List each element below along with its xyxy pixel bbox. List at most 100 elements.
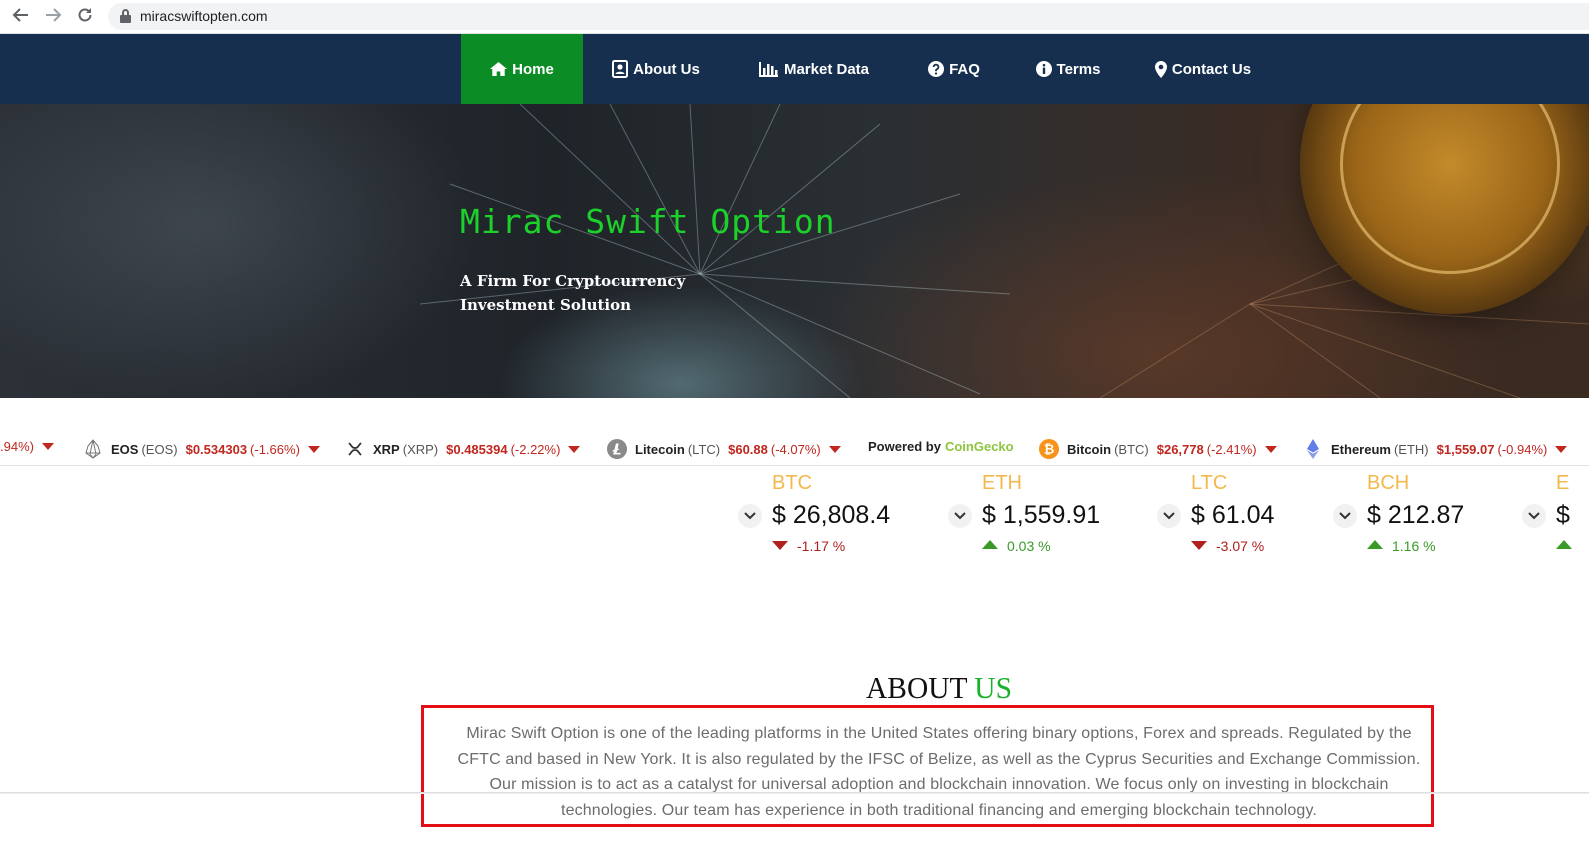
down-arrow-icon: [772, 541, 788, 550]
ticker-change: (-2.22%): [510, 441, 561, 457]
ticker-change: .94%): [0, 439, 34, 454]
up-arrow-icon: [1367, 540, 1383, 549]
price-value: $ 26,808.4: [772, 501, 891, 529]
address-bar[interactable]: miracswiftopten.com: [108, 3, 1589, 30]
down-arrow-icon: [828, 445, 841, 453]
chevron-down-icon[interactable]: [1522, 504, 1546, 528]
price-value: $ 1,559.91: [982, 501, 1101, 529]
chevron-down-icon[interactable]: [1333, 504, 1357, 528]
map-marker-icon: [1154, 60, 1167, 78]
bar-chart-icon: [758, 61, 779, 77]
price-symbol: LTC: [1191, 472, 1228, 494]
eos-icon: [83, 439, 103, 459]
hero-subtitle-line: Investment Solution: [460, 296, 632, 314]
about-heading-main: ABOUT: [866, 670, 967, 705]
nav-item-label: Contact Us: [1171, 60, 1252, 78]
ticker-item-xrp[interactable]: XRP (XRP) $0.485394 (-2.22%): [345, 439, 581, 459]
down-arrow-icon: [1555, 445, 1568, 453]
nav-item-contact-us[interactable]: Contact Us: [1145, 34, 1261, 104]
ticker-item-bitcoin[interactable]: ₿ Bitcoin (BTC) $26,778 (-2.41%): [1039, 439, 1277, 459]
down-arrow-icon: [568, 445, 581, 453]
home-icon: [490, 62, 508, 76]
about-heading: ABOUT US: [47, 670, 1589, 706]
ticker-name: EOS: [111, 441, 139, 457]
price-change: 0.03 %: [1007, 538, 1051, 554]
powered-by-label: Powered by: [868, 439, 941, 454]
hero-subtitle-line: A Firm For Cryptocurrency: [460, 272, 686, 290]
coingecko-attribution[interactable]: Powered by CoinGecko: [868, 439, 1014, 454]
ticker-change: (-2.41%): [1206, 441, 1257, 457]
nav-item-label: FAQ: [949, 60, 980, 78]
ticker-item-litecoin[interactable]: Litecoin (LTC) $60.88 (-4.07%): [607, 439, 841, 459]
bitcoin-icon: ₿: [1039, 439, 1059, 459]
ticker-change: (-4.07%): [770, 441, 821, 457]
question-circle-icon: [928, 61, 945, 77]
ticker-price: $0.485394: [446, 441, 508, 457]
nav-item-terms[interactable]: Terms: [1023, 34, 1113, 104]
nav-item-faq[interactable]: FAQ: [915, 34, 993, 104]
ticker-name: Ethereum: [1331, 441, 1391, 457]
ticker-item-ethereum[interactable]: Ethereum (ETH) $1,559.07 (-0.94%): [1303, 439, 1568, 459]
ticker-change: (-1.66%): [250, 441, 300, 457]
ticker-item-eos[interactable]: EOS (EOS) $0.534303 (-1.66%): [83, 439, 320, 459]
chevron-down-icon[interactable]: [948, 504, 972, 528]
down-arrow-icon: [41, 443, 54, 450]
price-change: 1.16 %: [1392, 538, 1436, 554]
price-value: $ 61.04: [1191, 501, 1275, 529]
about-heading-accent: US: [974, 670, 1012, 705]
browser-toolbar: miracswiftopten.com: [0, 0, 1589, 34]
ethereum-icon: [1303, 439, 1323, 459]
ticker-name: Bitcoin: [1067, 441, 1112, 457]
price-symbol: E: [1556, 472, 1570, 494]
up-arrow-icon: [1556, 540, 1572, 549]
ticker-symbol: (ETH): [1393, 441, 1429, 457]
nav-item-label: Market Data: [783, 60, 870, 78]
ticker-symbol: (XRP): [402, 441, 439, 457]
back-icon[interactable]: [10, 6, 32, 28]
about-description: Mirac Swift Option is one of the leading…: [457, 725, 1421, 819]
ticker-price: $26,778: [1156, 441, 1204, 457]
svg-text:₿: ₿: [1044, 443, 1055, 458]
chevron-down-icon[interactable]: [1157, 504, 1181, 528]
hero-banner: Mirac Swift Option A Firm For Cryptocurr…: [0, 104, 1589, 398]
forward-icon[interactable]: [42, 6, 64, 28]
coin-ticker: .94%) EOS (EOS) $0.534303 (-1.66%) XRP (…: [0, 428, 1589, 466]
price-symbol: BTC: [772, 472, 812, 494]
nav-item-label: Home: [512, 60, 554, 78]
ticker-change: (-0.94%): [1497, 441, 1548, 457]
chevron-down-icon[interactable]: [738, 504, 762, 528]
ticker-price: $60.88: [728, 441, 768, 457]
price-change: -1.17 %: [797, 538, 846, 554]
nav-item-home[interactable]: Home: [461, 34, 583, 104]
coingecko-link[interactable]: CoinGecko: [945, 439, 1014, 454]
price-change: -3.07 %: [1216, 538, 1265, 554]
price-symbol: BCH: [1367, 472, 1410, 494]
up-arrow-icon: [982, 540, 998, 549]
xrp-icon: [345, 439, 365, 459]
price-symbol: ETH: [982, 472, 1022, 494]
reload-icon[interactable]: [74, 6, 96, 28]
ticker-symbol: (BTC): [1114, 441, 1149, 457]
nav-item-label: About Us: [633, 60, 700, 78]
nav-item-about-us[interactable]: About Us: [598, 34, 714, 104]
hero-subtitle: A Firm For Cryptocurrency Investment Sol…: [460, 269, 720, 317]
ticker-symbol: (LTC): [687, 441, 721, 457]
address-card-icon: [612, 60, 629, 78]
ticker-price: $1,559.07: [1436, 441, 1495, 457]
price-value: $ 212.87: [1367, 501, 1465, 529]
url-text: miracswiftopten.com: [140, 8, 268, 24]
section-divider: [0, 792, 1589, 794]
ticker-symbol: (EOS): [141, 441, 178, 457]
main-nav: Home About Us Market Data FAQ Terms Cont…: [0, 34, 1589, 104]
down-arrow-icon: [307, 445, 320, 453]
ticker-name: XRP: [373, 441, 400, 457]
ticker-name: Litecoin: [635, 441, 685, 457]
litecoin-icon: [607, 439, 627, 459]
down-arrow-icon: [1264, 445, 1277, 453]
lock-icon: [120, 9, 131, 23]
nav-item-market-data[interactable]: Market Data: [744, 34, 884, 104]
hero-title: Mirac Swift Option: [460, 202, 836, 241]
ticker-price: $0.534303: [185, 441, 248, 457]
ticker-item-partial[interactable]: .94%): [0, 439, 54, 454]
down-arrow-icon: [1191, 541, 1207, 550]
